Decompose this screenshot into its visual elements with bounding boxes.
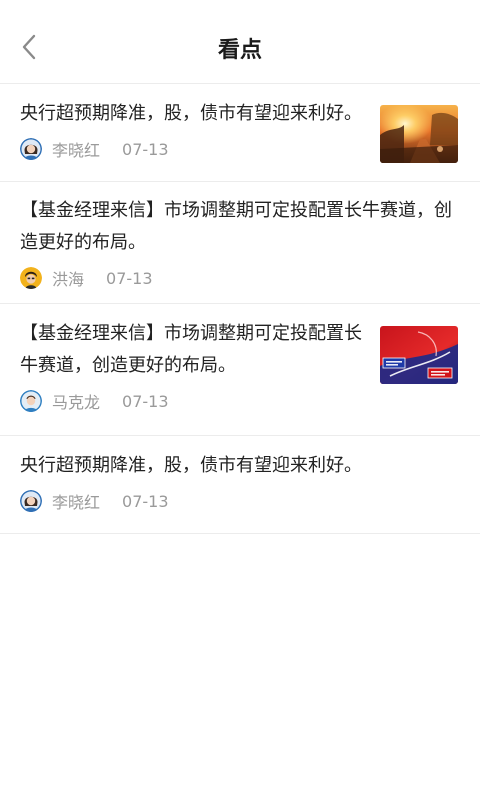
news-meta: 李晓红 07-13	[20, 488, 460, 514]
male-avatar-icon	[20, 390, 42, 412]
news-meta: 马克龙 07-13	[20, 388, 370, 414]
male-avatar-icon	[20, 267, 42, 289]
publish-date: 07-13	[106, 268, 153, 288]
news-item[interactable]: 【基金经理来信】市场调整期可定投配置长牛赛道，创造更好的布局。 马克龙 07-1…	[0, 304, 480, 436]
author-name: 李晓红	[52, 493, 101, 512]
female-avatar-icon	[20, 138, 42, 160]
news-item[interactable]: 【基金经理来信】市场调整期可定投配置长牛赛道，创造更好的布局。 洪海 07-13	[0, 182, 480, 304]
publish-date: 07-13	[122, 491, 169, 511]
nav-header: 看点	[0, 0, 480, 84]
news-meta: 洪海 07-13	[20, 265, 460, 291]
red-promo-thumbnail[interactable]	[380, 326, 458, 384]
publish-date: 07-13	[122, 391, 169, 411]
publish-date: 07-13	[122, 139, 169, 159]
news-title: 【基金经理来信】市场调整期可定投配置长牛赛道，创造更好的布局。	[20, 200, 452, 253]
news-item[interactable]: 央行超预期降准，股，债市有望迎来利好。 李晓红 07-13	[0, 436, 480, 534]
female-avatar-icon	[20, 490, 42, 512]
news-title: 【基金经理来信】市场调整期可定投配置长牛赛道，创造更好的布局。	[20, 323, 362, 376]
sunset-path-thumbnail[interactable]	[380, 105, 458, 163]
author-name: 李晓红	[52, 141, 101, 160]
author-name: 马克龙	[52, 393, 101, 412]
news-title: 央行超预期降准，股，债市有望迎来利好。	[20, 455, 362, 476]
page: 看点 央行超预期降准，股，债市有望迎来利好。 李晓红 07-13 【基金经理来信…	[0, 0, 480, 800]
news-item[interactable]: 央行超预期降准，股，债市有望迎来利好。 李晓红 07-13	[0, 84, 480, 182]
author-name: 洪海	[52, 270, 85, 289]
page-title: 看点	[217, 38, 262, 63]
news-list: 央行超预期降准，股，债市有望迎来利好。 李晓红 07-13 【基金经理来信】市场…	[0, 84, 480, 534]
